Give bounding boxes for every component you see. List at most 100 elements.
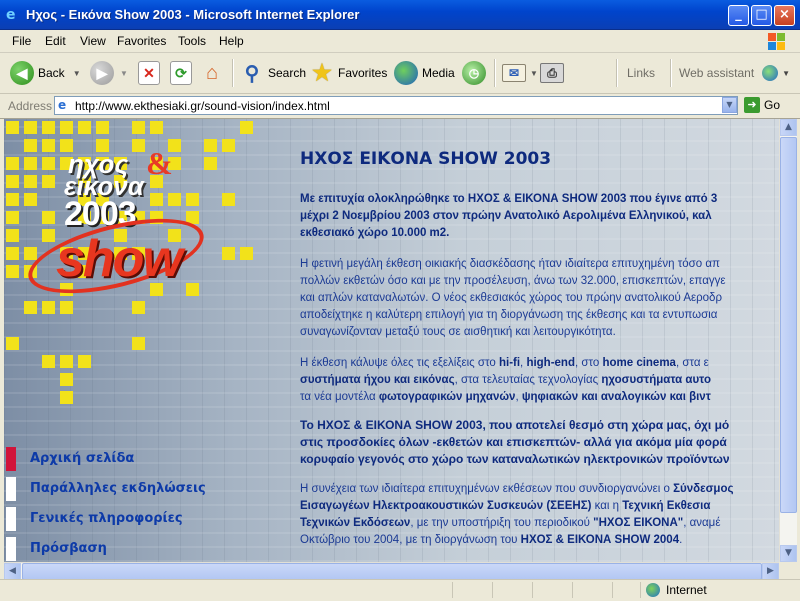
- scroll-right-button[interactable]: ▶: [762, 563, 779, 580]
- address-input[interactable]: e http://www.ekthesiaki.gr/sound-vision/…: [54, 96, 738, 115]
- text-line: πολλών εκθετών όσο και με την προσέλευση…: [300, 275, 726, 287]
- scroll-down-button[interactable]: ▼: [780, 545, 797, 562]
- menu-help[interactable]: Help: [219, 34, 244, 48]
- bold-text: συστήματα ήχου και εικόνας: [300, 374, 455, 386]
- bold-text: hi-fi: [498, 357, 521, 369]
- print-button[interactable]: ⎙: [540, 60, 568, 86]
- yellow-square: [240, 121, 253, 134]
- mail-dropdown-icon: ▼: [530, 68, 538, 78]
- yellow-square: [6, 229, 19, 242]
- status-bar: Internet: [0, 579, 800, 601]
- text-run: Οκτώβριο του 2004, με τη διοργάνωση του: [300, 534, 521, 546]
- status-cell: [612, 582, 640, 598]
- text-line: Εισαγωγέων Ηλεκτροακουστικών Συσκευών (Σ…: [300, 498, 733, 515]
- yellow-square: [24, 121, 37, 134]
- yellow-square: [240, 247, 253, 260]
- address-url: http://www.ekthesiaki.gr/sound-vision/in…: [75, 99, 330, 113]
- yellow-square: [6, 157, 19, 170]
- nav-item-home[interactable]: Αρχική σελίδα: [4, 447, 244, 471]
- windows-flag-icon: [758, 30, 792, 52]
- address-dropdown-button[interactable]: ▼: [722, 97, 737, 113]
- vertical-scrollbar[interactable]: ▲ ▼: [779, 119, 797, 562]
- page-ie-icon: e: [58, 98, 67, 112]
- yellow-square: [6, 121, 19, 134]
- close-button[interactable]: ×: [774, 5, 795, 26]
- yellow-square: [6, 265, 19, 278]
- history-button[interactable]: ◷: [462, 60, 490, 86]
- toolbar-separator: [494, 59, 496, 87]
- forward-arrow-icon: ▶: [90, 61, 114, 85]
- favorites-label: Favorites: [338, 66, 388, 80]
- bold-text: Τεχνικών Εκδόσεων: [300, 517, 411, 529]
- text-line: μέχρι 2 Νοεμβρίου 2003 στον πρώην Ανατολ…: [300, 210, 712, 222]
- scroll-up-button[interactable]: ▲: [780, 119, 797, 136]
- minimize-button[interactable]: _: [728, 5, 749, 26]
- status-cell: [532, 582, 572, 598]
- web-assistant-button[interactable]: Web assistant ▼: [679, 60, 790, 86]
- back-arrow-icon: ◀: [10, 61, 34, 85]
- go-arrow-icon: ➜: [744, 97, 760, 113]
- nav-label: Παράλληλες εκδηλώσεις: [30, 481, 206, 496]
- status-cell: [572, 582, 612, 598]
- text-run: , στα ε: [675, 357, 709, 369]
- web-assistant-globe-icon: [762, 65, 779, 81]
- refresh-button[interactable]: ⟳: [170, 60, 196, 86]
- yellow-square: [60, 391, 73, 404]
- bold-text: Τεχνική Εκθεσια: [622, 500, 711, 512]
- horizontal-scroll-thumb[interactable]: [22, 563, 762, 580]
- favorites-button[interactable]: ★ Favorites: [310, 60, 387, 86]
- back-label: Back: [38, 66, 65, 80]
- nav-label: Πρόσβαση: [30, 541, 107, 556]
- go-button[interactable]: ➜ Go: [744, 97, 780, 113]
- vertical-scroll-thumb[interactable]: [780, 137, 797, 513]
- toolbar: ◀ Back ▼ ▶ ▼ ✕ ⟳ ⌂ ⚲ Search ★ Favorites …: [0, 53, 800, 94]
- text-line: Με επιτυχία ολοκληρώθηκε το ΗΧΟΣ & ΕΙΚΟΝ…: [300, 193, 718, 205]
- yellow-square: [96, 121, 109, 134]
- menu-file[interactable]: File: [12, 34, 31, 48]
- scroll-left-button[interactable]: ◀: [4, 563, 21, 580]
- search-label: Search: [268, 66, 307, 80]
- maximize-button[interactable]: □: [751, 5, 772, 26]
- menu-favorites[interactable]: Favorites: [117, 34, 166, 48]
- yellow-square: [78, 355, 91, 368]
- links-button[interactable]: Links: [627, 60, 655, 86]
- text-line: συναγωνίζονταν μεταξύ τους σε αισθητική …: [300, 326, 616, 338]
- bold-text: high-end: [526, 357, 575, 369]
- status-cell: [452, 582, 492, 598]
- horizontal-scrollbar[interactable]: ◀ ▶: [4, 562, 779, 580]
- back-button[interactable]: ◀ Back ▼: [10, 60, 81, 86]
- text-line: συστήματα ήχου και εικόνας, στα τελευταί…: [300, 372, 711, 389]
- yellow-square: [222, 139, 235, 152]
- nav-item-access[interactable]: Πρόσβαση: [4, 537, 244, 561]
- text-run: τα νέα μοντέλα: [300, 391, 379, 403]
- security-zone: Internet: [646, 583, 707, 597]
- nav-marker: [6, 447, 16, 471]
- media-button[interactable]: Media: [394, 60, 455, 86]
- stop-button[interactable]: ✕: [138, 60, 164, 86]
- yellow-square: [42, 355, 55, 368]
- menu-edit[interactable]: Edit: [45, 34, 66, 48]
- yellow-square: [132, 121, 145, 134]
- mail-button[interactable]: ✉ ▼: [502, 60, 538, 86]
- search-button[interactable]: ⚲ Search: [240, 60, 306, 86]
- menu-view[interactable]: View: [80, 34, 106, 48]
- yellow-square: [6, 337, 19, 350]
- home-button[interactable]: ⌂: [200, 60, 228, 86]
- bold-text: ηχοσυστήματα αυτο: [601, 374, 711, 386]
- title-bar: e Ηχος - Εικόνα Show 2003 - Microsoft In…: [0, 0, 800, 30]
- nav-marker: [6, 537, 16, 561]
- forward-button[interactable]: ▶ ▼: [90, 60, 128, 86]
- nav-item-general-info[interactable]: Γενικές πληροφορίες: [4, 507, 244, 531]
- menu-bar: File Edit View Favorites Tools Help: [0, 30, 800, 53]
- menu-tools[interactable]: Tools: [178, 34, 206, 48]
- nav-item-parallel-events[interactable]: Παράλληλες εκδηλώσεις: [4, 477, 244, 501]
- yellow-square: [6, 193, 19, 206]
- bold-text: "ΗΧΟΣ ΕΙΚΟΝΑ": [593, 517, 684, 529]
- logo-ampersand: &: [146, 145, 173, 181]
- yellow-square: [78, 121, 91, 134]
- yellow-square: [6, 211, 19, 224]
- media-icon: [394, 61, 418, 85]
- yellow-square: [60, 355, 73, 368]
- text-line: Η έκθεση κάλυψε όλες τις εξελίξεις στο h…: [300, 355, 711, 372]
- text-run: Η έκθεση κάλυψε όλες τις εξελίξεις στο: [300, 357, 499, 369]
